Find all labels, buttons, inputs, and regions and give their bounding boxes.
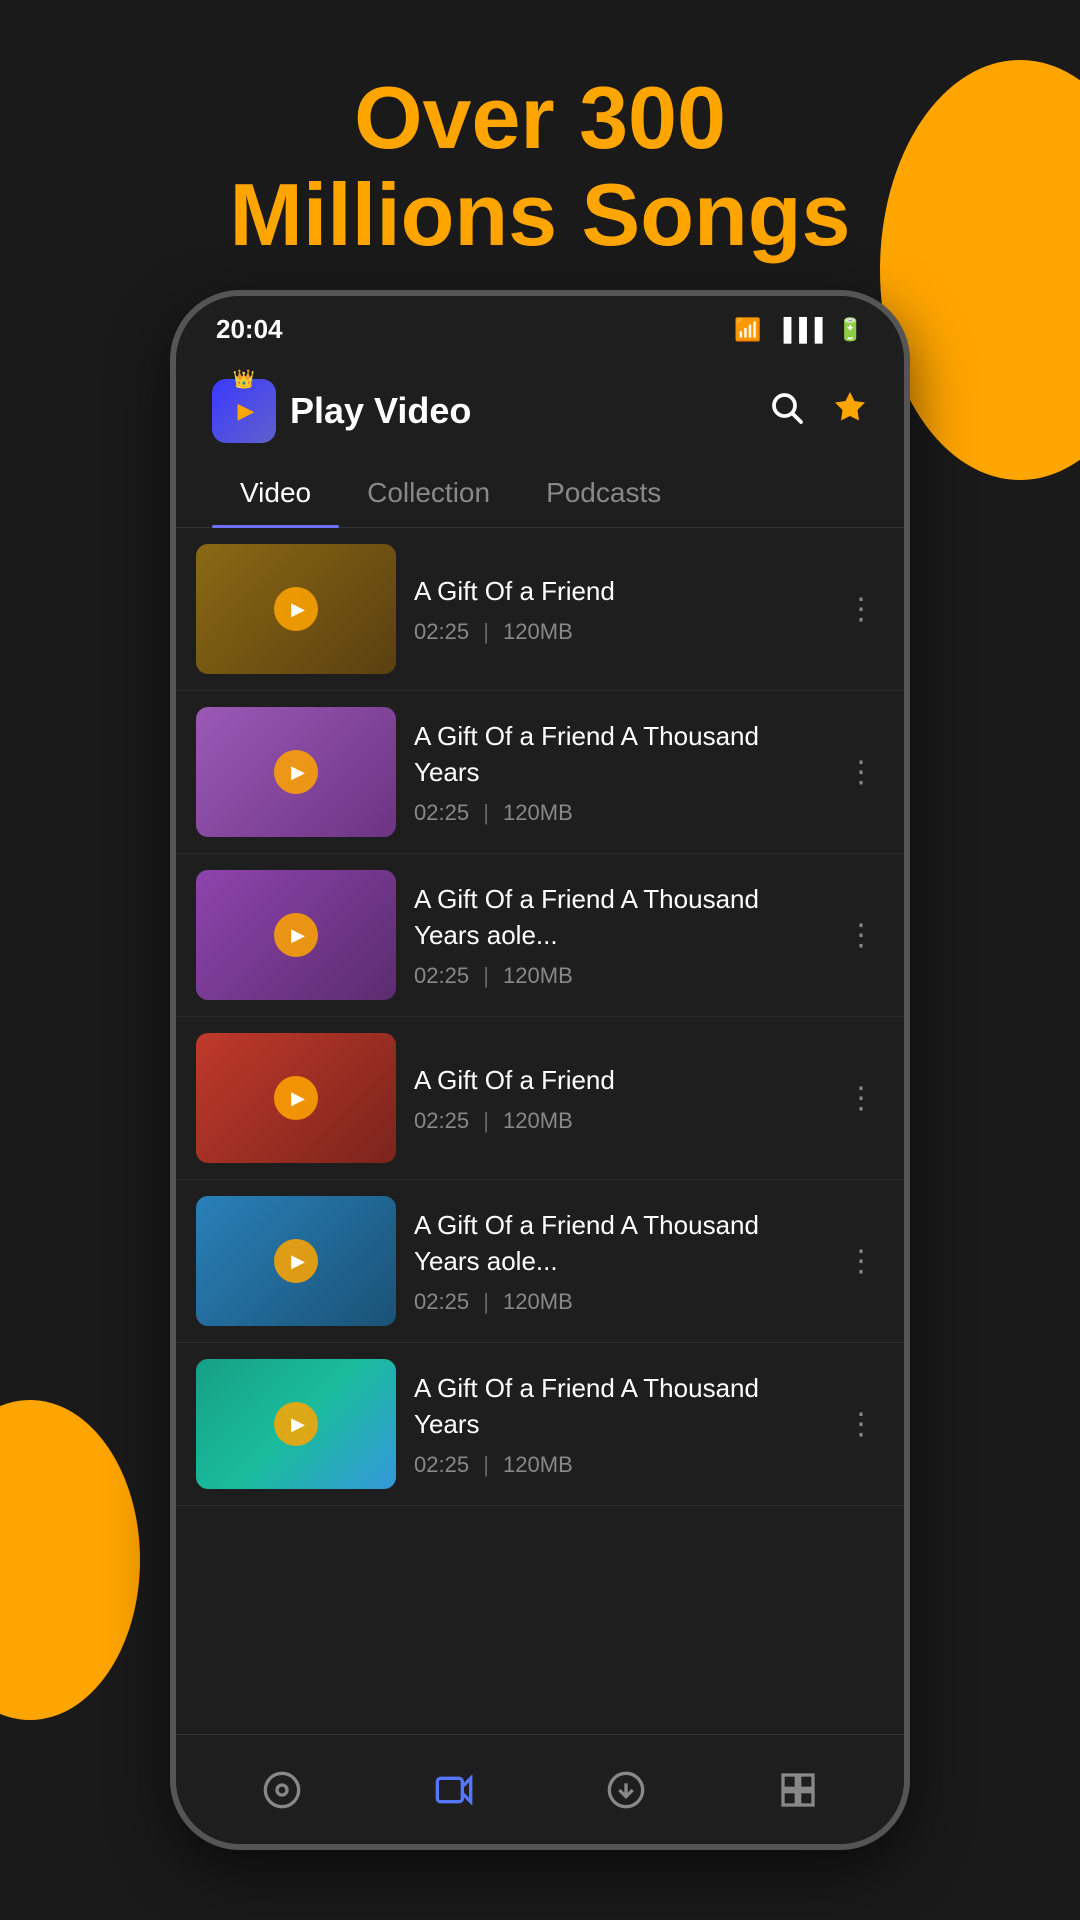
status-bar: 20:04 📶 ▐▐▐ 🔋 <box>176 296 904 355</box>
list-item: ▶ A Gift Of a Friend A Thousand Years ao… <box>176 1180 904 1343</box>
bg-decoration-bottom-left <box>0 1400 140 1720</box>
app-content: 20:04 📶 ▐▐▐ 🔋 👑 Play Video <box>176 296 904 1734</box>
more-options-button[interactable]: ⋮ <box>838 1399 884 1450</box>
video-info: A Gift Of a Friend 02:25 | 120MB <box>414 1062 820 1134</box>
separator: | <box>483 1452 489 1477</box>
more-options-button[interactable]: ⋮ <box>838 1236 884 1287</box>
separator: | <box>483 619 489 644</box>
battery-icon: 🔋 <box>837 317 864 343</box>
video-duration: 02:25 <box>414 800 469 825</box>
nav-library[interactable] <box>778 1770 818 1810</box>
list-item: ▶ A Gift Of a Friend 02:25 | 120MB ⋮ <box>176 1017 904 1180</box>
wifi-icon: 📶 <box>734 317 761 343</box>
hero-number: 300 <box>579 68 726 167</box>
app-title: Play Video <box>290 390 471 432</box>
list-item: ▶ A Gift Of a Friend 02:25 | 120MB ⋮ <box>176 528 904 691</box>
phone-frame: 20:04 📶 ▐▐▐ 🔋 👑 Play Video <box>170 290 910 1850</box>
video-title: A Gift Of a Friend A Thousand Years <box>414 1370 820 1443</box>
video-thumbnail[interactable]: ▶ <box>196 544 396 674</box>
play-button[interactable]: ▶ <box>274 587 318 631</box>
video-info: A Gift Of a Friend A Thousand Years 02:2… <box>414 718 820 827</box>
separator: | <box>483 800 489 825</box>
crown-decoration: 👑 <box>233 369 255 390</box>
list-item: ▶ A Gift Of a Friend A Thousand Years ao… <box>176 854 904 1017</box>
video-size: 120MB <box>503 1108 573 1133</box>
nav-music[interactable] <box>262 1770 302 1810</box>
more-options-button[interactable]: ⋮ <box>838 910 884 961</box>
video-meta: 02:25 | 120MB <box>414 800 820 826</box>
video-info: A Gift Of a Friend A Thousand Years aole… <box>414 881 820 990</box>
video-title: A Gift Of a Friend A Thousand Years aole… <box>414 881 820 954</box>
play-button[interactable]: ▶ <box>274 913 318 957</box>
video-info: A Gift Of a Friend 02:25 | 120MB <box>414 573 820 645</box>
video-duration: 02:25 <box>414 963 469 988</box>
video-thumbnail[interactable]: ▶ <box>196 707 396 837</box>
separator: | <box>483 1108 489 1133</box>
tab-podcasts[interactable]: Podcasts <box>518 459 689 527</box>
video-list: ▶ A Gift Of a Friend 02:25 | 120MB ⋮ <box>176 528 904 1734</box>
more-options-button[interactable]: ⋮ <box>838 747 884 798</box>
app-logo: 👑 <box>212 379 276 443</box>
list-item: ▶ A Gift Of a Friend A Thousand Years 02… <box>176 1343 904 1506</box>
video-duration: 02:25 <box>414 1289 469 1314</box>
hero-line1: Over 300 <box>0 70 1080 167</box>
list-item: ▶ A Gift Of a Friend A Thousand Years 02… <box>176 691 904 854</box>
play-button[interactable]: ▶ <box>274 1402 318 1446</box>
hero-prefix: Over <box>354 68 579 167</box>
phone-mockup: 20:04 📶 ▐▐▐ 🔋 👑 Play Video <box>170 290 910 1850</box>
video-title: A Gift Of a Friend <box>414 573 820 609</box>
video-meta: 02:25 | 120MB <box>414 1108 820 1134</box>
video-thumbnail[interactable]: ▶ <box>196 1033 396 1163</box>
video-thumbnail[interactable]: ▶ <box>196 1359 396 1489</box>
video-title: A Gift Of a Friend A Thousand Years aole… <box>414 1207 820 1280</box>
video-size: 120MB <box>503 963 573 988</box>
video-size: 120MB <box>503 1289 573 1314</box>
more-options-button[interactable]: ⋮ <box>838 1073 884 1124</box>
video-size: 120MB <box>503 800 573 825</box>
video-meta: 02:25 | 120MB <box>414 1452 820 1478</box>
status-icons: 📶 ▐▐▐ 🔋 <box>734 317 864 343</box>
video-duration: 02:25 <box>414 1452 469 1477</box>
tab-video[interactable]: Video <box>212 459 339 527</box>
video-size: 120MB <box>503 619 573 644</box>
search-button[interactable] <box>768 389 804 434</box>
video-thumbnail[interactable]: ▶ <box>196 870 396 1000</box>
status-time: 20:04 <box>216 314 283 345</box>
play-button[interactable]: ▶ <box>274 750 318 794</box>
video-thumbnail[interactable]: ▶ <box>196 1196 396 1326</box>
video-meta: 02:25 | 120MB <box>414 963 820 989</box>
play-button[interactable]: ▶ <box>274 1239 318 1283</box>
app-header: 👑 Play Video <box>176 355 904 459</box>
app-logo-area: 👑 Play Video <box>212 379 471 443</box>
video-duration: 02:25 <box>414 1108 469 1133</box>
video-meta: 02:25 | 120MB <box>414 619 820 645</box>
video-meta: 02:25 | 120MB <box>414 1289 820 1315</box>
more-options-button[interactable]: ⋮ <box>838 584 884 635</box>
video-duration: 02:25 <box>414 619 469 644</box>
hero-line2: Millions Songs <box>0 167 1080 264</box>
separator: | <box>483 963 489 988</box>
play-button[interactable]: ▶ <box>274 1076 318 1120</box>
bottom-navigation <box>176 1734 904 1844</box>
premium-button[interactable] <box>832 389 868 434</box>
hero-section: Over 300 Millions Songs <box>0 70 1080 264</box>
video-title: A Gift Of a Friend <box>414 1062 820 1098</box>
nav-download[interactable] <box>606 1770 646 1810</box>
header-actions <box>768 389 868 434</box>
tab-collection[interactable]: Collection <box>339 459 518 527</box>
video-info: A Gift Of a Friend A Thousand Years 02:2… <box>414 1370 820 1479</box>
video-info: A Gift Of a Friend A Thousand Years aole… <box>414 1207 820 1316</box>
video-title: A Gift Of a Friend A Thousand Years <box>414 718 820 791</box>
video-size: 120MB <box>503 1452 573 1477</box>
nav-video[interactable] <box>434 1770 474 1810</box>
tab-bar: Video Collection Podcasts <box>176 459 904 528</box>
separator: | <box>483 1289 489 1314</box>
signal-icon: ▐▐▐ <box>776 317 823 343</box>
